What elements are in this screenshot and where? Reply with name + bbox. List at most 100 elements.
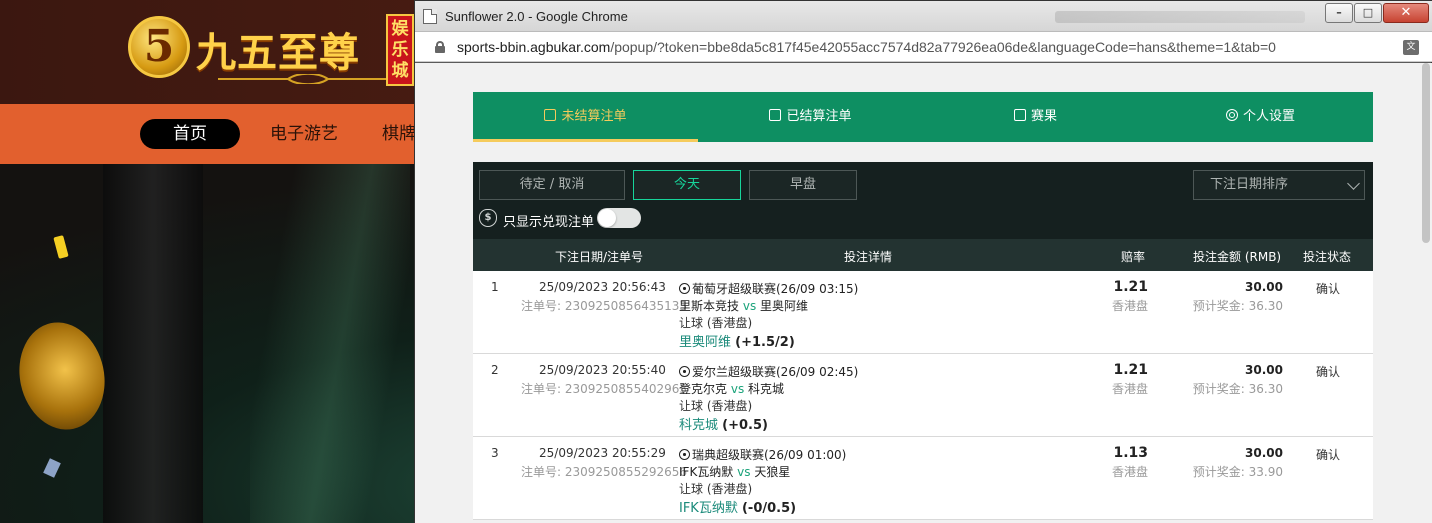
nav-item-slots[interactable]: 电子游艺 [270, 119, 338, 149]
tab-label: 个人设置 [1242, 109, 1295, 124]
filter-panel: 待定 / 取消 今天 早盘 下注日期排序 $ 只显示兑现注单 [473, 162, 1373, 239]
header-stake: 投注金额 (RMB) [1193, 250, 1282, 264]
money-bag-icon: $ [479, 209, 497, 227]
row-index: 1 [491, 280, 499, 294]
tab-results[interactable]: 赛果 [923, 92, 1148, 142]
bet-selection: 科克城 (+0.5) [679, 414, 768, 433]
url-host: sports-bbin.agbukar.com [457, 39, 611, 55]
url-path: /popup/?token=bbe8da5c817f45e42055acc757… [610, 39, 1276, 55]
cashout-only-toggle[interactable] [597, 208, 641, 228]
url-text[interactable]: sports-bbin.agbukar.com/popup/?token=bbe… [457, 39, 1276, 55]
maximize-button[interactable]: □ [1354, 3, 1382, 23]
stake-amount: 30.00 [1245, 280, 1283, 294]
odds-value: 1.21 [1113, 362, 1148, 378]
table-header: 下注日期/注单号 投注详情 赔率 投注金额 (RMB) 投注状态 [473, 239, 1373, 271]
bet-date: 25/09/2023 20:55:40 [539, 363, 666, 377]
stake-amount: 30.00 [1245, 446, 1283, 460]
banner-decoration [103, 164, 203, 523]
league: 爱尔兰超级联赛(26/09 02:45) [679, 363, 858, 380]
toggle-knob [598, 209, 616, 227]
order-number: 注单号: 2309250856435133 [521, 299, 688, 313]
selection-handicap: (+1.5/2) [735, 335, 795, 350]
window-title: Sunflower 2.0 - Google Chrome [445, 9, 628, 24]
tab-unsettled-bets[interactable]: 未结算注单 [473, 92, 698, 142]
sort-select[interactable]: 下注日期排序 [1193, 170, 1365, 200]
bet-selection: IFK瓦纳默 (-0/0.5) [679, 497, 796, 516]
bet-slip-icon [544, 109, 557, 121]
address-bar[interactable]: sports-bbin.agbukar.com/popup/?token=bbe… [415, 32, 1432, 62]
selection-handicap: (-0/0.5) [741, 501, 797, 516]
filter-pending-cancelled-button[interactable]: 待定 / 取消 [479, 170, 625, 200]
filter-today-button[interactable]: 今天 [633, 170, 741, 200]
league-name: 瑞典超级联赛(26/09 01:00) [692, 448, 847, 462]
logo-text: 九五至尊 [196, 29, 360, 76]
estimated-payout: 预计奖金: 36.30 [1192, 382, 1283, 396]
translate-icon[interactable]: 文 [1403, 40, 1419, 55]
scrollbar[interactable] [1419, 63, 1432, 523]
close-button[interactable]: ✕ [1383, 3, 1429, 23]
match: 登克尔克 vs 科克城 [679, 380, 784, 397]
home-team: 里斯本竞技 [679, 299, 740, 313]
away-team: 天狼星 [754, 465, 791, 479]
status-badge: 确认 [1316, 448, 1341, 462]
logo-badge: 5 [128, 16, 190, 78]
lock-icon[interactable] [435, 41, 445, 53]
blurred-region [1055, 11, 1305, 23]
bets-table: 下注日期/注单号 投注详情 赔率 投注金额 (RMB) 投注状态 1 25/09… [473, 239, 1373, 520]
vs-label: vs [730, 382, 745, 396]
tab-label: 已结算注单 [786, 109, 852, 124]
scrollbar-thumb[interactable] [1422, 63, 1430, 243]
table-row[interactable]: 2 25/09/2023 20:55:40 注单号: 2309250855402… [473, 354, 1373, 437]
tab-settled-bets[interactable]: 已结算注单 [698, 92, 923, 142]
odds-type: 香港盘 [1111, 382, 1148, 396]
away-team: 科克城 [748, 382, 785, 396]
cashout-only-label: 只显示兑现注单 [503, 215, 595, 230]
table-row[interactable]: 1 25/09/2023 20:56:43 注单号: 2309250856435… [473, 271, 1373, 354]
row-index: 2 [491, 363, 499, 377]
status-badge: 确认 [1316, 365, 1341, 379]
order-number: 注单号: 2309250855292656 [521, 465, 688, 479]
bet-market: 让球 (香港盘) [679, 482, 753, 496]
page-content: 未结算注单 已结算注单 赛果 个人设置 待定 / 取消 今天 早盘 下注日期排序… [415, 63, 1432, 523]
popup-window: Sunflower 2.0 - Google Chrome – □ ✕ spor… [414, 0, 1432, 523]
nav-item-home[interactable]: 首页 [140, 119, 240, 149]
selection-handicap: (+0.5) [722, 418, 768, 433]
soccer-ball-icon [679, 366, 690, 377]
filter-early-button[interactable]: 早盘 [749, 170, 857, 200]
soccer-ball-icon [679, 283, 690, 294]
gear-icon [1225, 109, 1238, 121]
header-date: 下注日期/注单号 [555, 250, 644, 264]
soccer-ball-icon [679, 449, 690, 460]
odds-value: 1.13 [1113, 445, 1148, 461]
selection-team: 科克城 [679, 418, 719, 433]
window-titlebar[interactable]: Sunflower 2.0 - Google Chrome – □ ✕ [415, 1, 1432, 32]
logo-flourish [218, 74, 398, 84]
selection-team: IFK瓦纳默 [679, 501, 738, 516]
match: IFK瓦纳默 vs 天狼星 [679, 463, 790, 480]
selection-team: 里奥阿维 [679, 335, 732, 350]
header-details: 投注详情 [844, 250, 893, 264]
minimize-button[interactable]: – [1325, 3, 1353, 23]
vs-label: vs [737, 465, 751, 479]
sort-select-value: 下注日期排序 [1210, 177, 1289, 192]
page-icon [423, 9, 437, 24]
away-team: 里奥阿维 [760, 299, 809, 313]
results-icon [1013, 109, 1026, 121]
match: 里斯本竞技 vs 里奥阿维 [679, 297, 808, 314]
header-odds: 赔率 [1121, 250, 1146, 264]
vs-label: vs [742, 299, 757, 313]
home-team: IFK瓦纳默 [679, 465, 734, 479]
bet-date: 25/09/2023 20:56:43 [539, 280, 666, 294]
row-index: 3 [491, 446, 499, 460]
odds-value: 1.21 [1113, 279, 1148, 295]
nav-item-cards[interactable]: 棋牌 [382, 119, 416, 149]
table-row[interactable]: 3 25/09/2023 20:55:29 注单号: 2309250855292… [473, 437, 1373, 520]
league: 葡萄牙超级联赛(26/09 03:15) [679, 280, 858, 297]
tab-label: 赛果 [1030, 109, 1057, 124]
site-logo[interactable]: 5 九五至尊 娱乐城 [128, 14, 418, 88]
banner-light-beam [250, 164, 410, 523]
league-name: 葡萄牙超级联赛(26/09 03:15) [692, 282, 859, 296]
order-number: 注单号: 2309250855402963 [521, 382, 688, 396]
tab-personal-settings[interactable]: 个人设置 [1148, 92, 1373, 142]
odds-type: 香港盘 [1111, 465, 1148, 479]
